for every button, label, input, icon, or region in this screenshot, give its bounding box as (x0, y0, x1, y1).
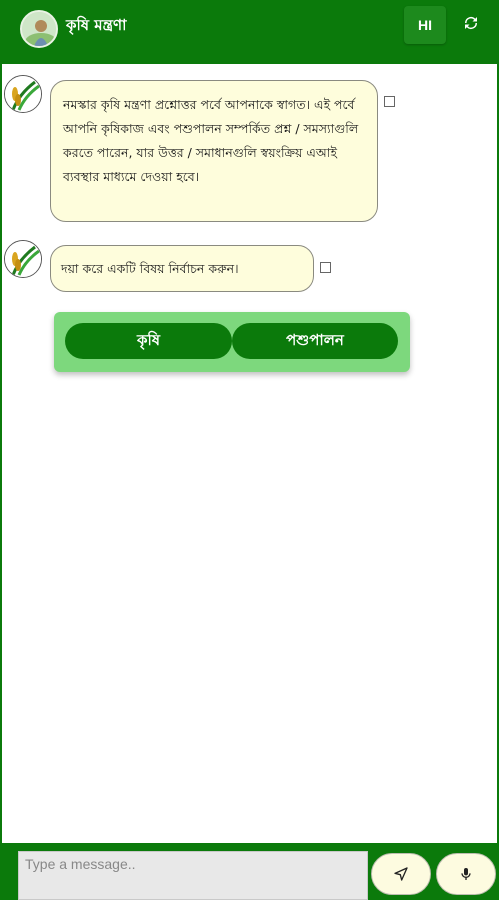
refresh-icon[interactable] (460, 12, 482, 34)
option-animal-husbandry-button[interactable]: পশুপালন (232, 323, 398, 359)
message-checkbox[interactable] (320, 262, 331, 273)
message-checkbox[interactable] (384, 96, 395, 107)
bot-message-bubble: নমস্কার কৃষি মন্ত্রণা প্রশ্নোত্তর পর্বে … (50, 80, 378, 222)
mic-icon (461, 868, 471, 880)
language-button[interactable]: HI (404, 6, 446, 44)
app-title: কৃষি মন্ত্রণা (66, 16, 127, 34)
option-agriculture-button[interactable]: কৃষি (65, 323, 232, 359)
app-logo-avatar (20, 10, 58, 48)
wheat-logo-icon (5, 76, 41, 112)
bot-avatar (4, 240, 42, 278)
wheat-logo-icon (5, 241, 41, 277)
bot-avatar (4, 75, 42, 113)
message-text: দয়া করে একটি বিষয় নির্বাচন করুন। (61, 261, 239, 276)
bot-message-bubble: দয়া করে একটি বিষয় নির্বাচন করুন। (50, 245, 314, 292)
send-icon (394, 867, 408, 881)
message-input[interactable] (18, 851, 368, 900)
topic-options-card: কৃষি পশুপালন (54, 312, 410, 372)
send-button[interactable] (371, 853, 431, 895)
composer-bar (2, 843, 497, 900)
app-header: কৃষি মন্ত্রণা HI (2, 0, 497, 64)
message-text: নমস্কার কৃষি মন্ত্রণা প্রশ্নোত্তর পর্বে … (63, 97, 359, 184)
mic-button[interactable] (436, 853, 496, 895)
